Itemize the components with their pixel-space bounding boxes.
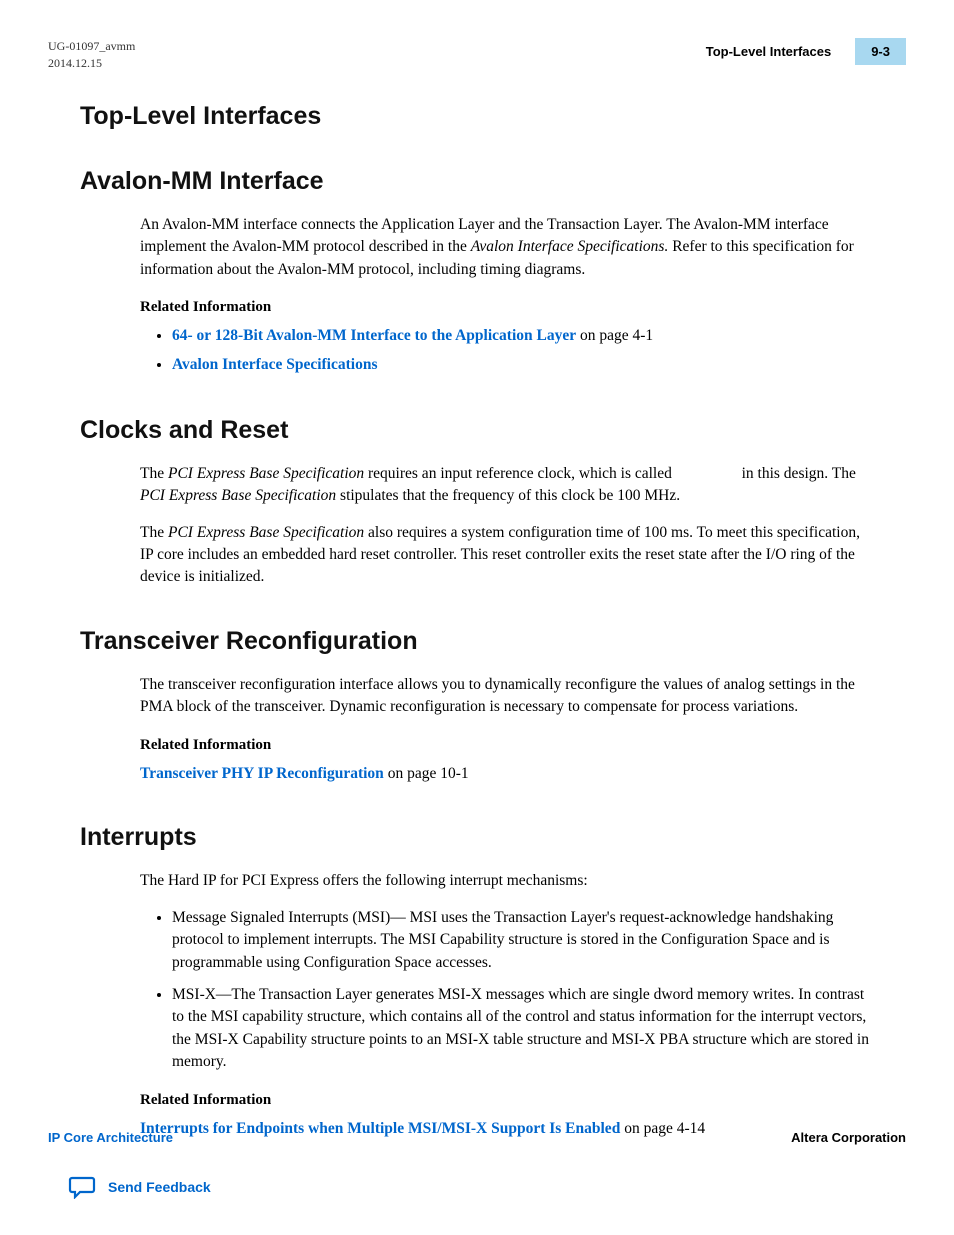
header-right: Top-Level Interfaces 9-3 xyxy=(706,38,906,65)
avalon-paragraph: An Avalon‑MM interface connects the Appl… xyxy=(140,214,874,281)
related-info-label: Related Information xyxy=(140,737,874,754)
page-header: UG-01097_avmm 2014.12.15 Top-Level Inter… xyxy=(0,0,954,72)
interrupts-paragraph: The Hard IP for PCI Express offers the f… xyxy=(140,870,874,892)
page-footer: IP Core Architecture Altera Corporation … xyxy=(0,1130,954,1199)
transceiver-heading: Transceiver Reconfiguration xyxy=(80,627,874,656)
list-item: 64- or 128-Bit Avalon-MM Interface to th… xyxy=(172,324,874,349)
speech-bubble-icon xyxy=(68,1175,96,1199)
list-item: Message Signaled Interrupts (MSI)— MSI u… xyxy=(172,907,874,974)
send-feedback-button[interactable]: Send Feedback xyxy=(68,1175,906,1199)
related-info-label: Related Information xyxy=(140,1092,874,1109)
list-item: MSI-X—The Transaction Layer generates MS… xyxy=(172,984,874,1074)
avalon-link-2[interactable]: Avalon Interface Specifications xyxy=(172,356,378,373)
avalon-link-1[interactable]: 64- or 128-Bit Avalon-MM Interface to th… xyxy=(172,327,576,344)
avalon-heading: Avalon-MM Interface xyxy=(80,167,874,196)
interrupts-heading: Interrupts xyxy=(80,823,874,852)
doc-date: 2014.12.15 xyxy=(48,55,135,72)
transceiver-link[interactable]: Transceiver PHY IP Reconfiguration xyxy=(140,765,384,782)
clocks-paragraph-2: The PCI Express Base Specification also … xyxy=(140,522,874,589)
avalon-related-list: 64- or 128-Bit Avalon-MM Interface to th… xyxy=(172,324,874,378)
doc-id: UG-01097_avmm xyxy=(48,38,135,55)
clocks-paragraph-1: The PCI Express Base Specification requi… xyxy=(140,463,874,508)
footer-top: IP Core Architecture Altera Corporation xyxy=(48,1130,906,1145)
page-content: Top-Level Interfaces Avalon-MM Interface… xyxy=(0,72,954,1141)
transceiver-related: Transceiver PHY IP Reconfiguration on pa… xyxy=(140,762,874,785)
transceiver-paragraph: The transceiver reconfiguration interfac… xyxy=(140,674,874,719)
list-item: Avalon Interface Specifications xyxy=(172,353,874,378)
footer-right: Altera Corporation xyxy=(791,1130,906,1145)
footer-left[interactable]: IP Core Architecture xyxy=(48,1130,173,1145)
related-info-label: Related Information xyxy=(140,299,874,316)
interrupts-list: Message Signaled Interrupts (MSI)— MSI u… xyxy=(172,907,874,1074)
page-number: 9-3 xyxy=(855,38,906,65)
main-heading: Top-Level Interfaces xyxy=(80,102,874,131)
clocks-heading: Clocks and Reset xyxy=(80,416,874,445)
breadcrumb: Top-Level Interfaces xyxy=(706,44,831,59)
doc-meta: UG-01097_avmm 2014.12.15 xyxy=(48,38,135,72)
send-feedback-label: Send Feedback xyxy=(108,1179,211,1195)
